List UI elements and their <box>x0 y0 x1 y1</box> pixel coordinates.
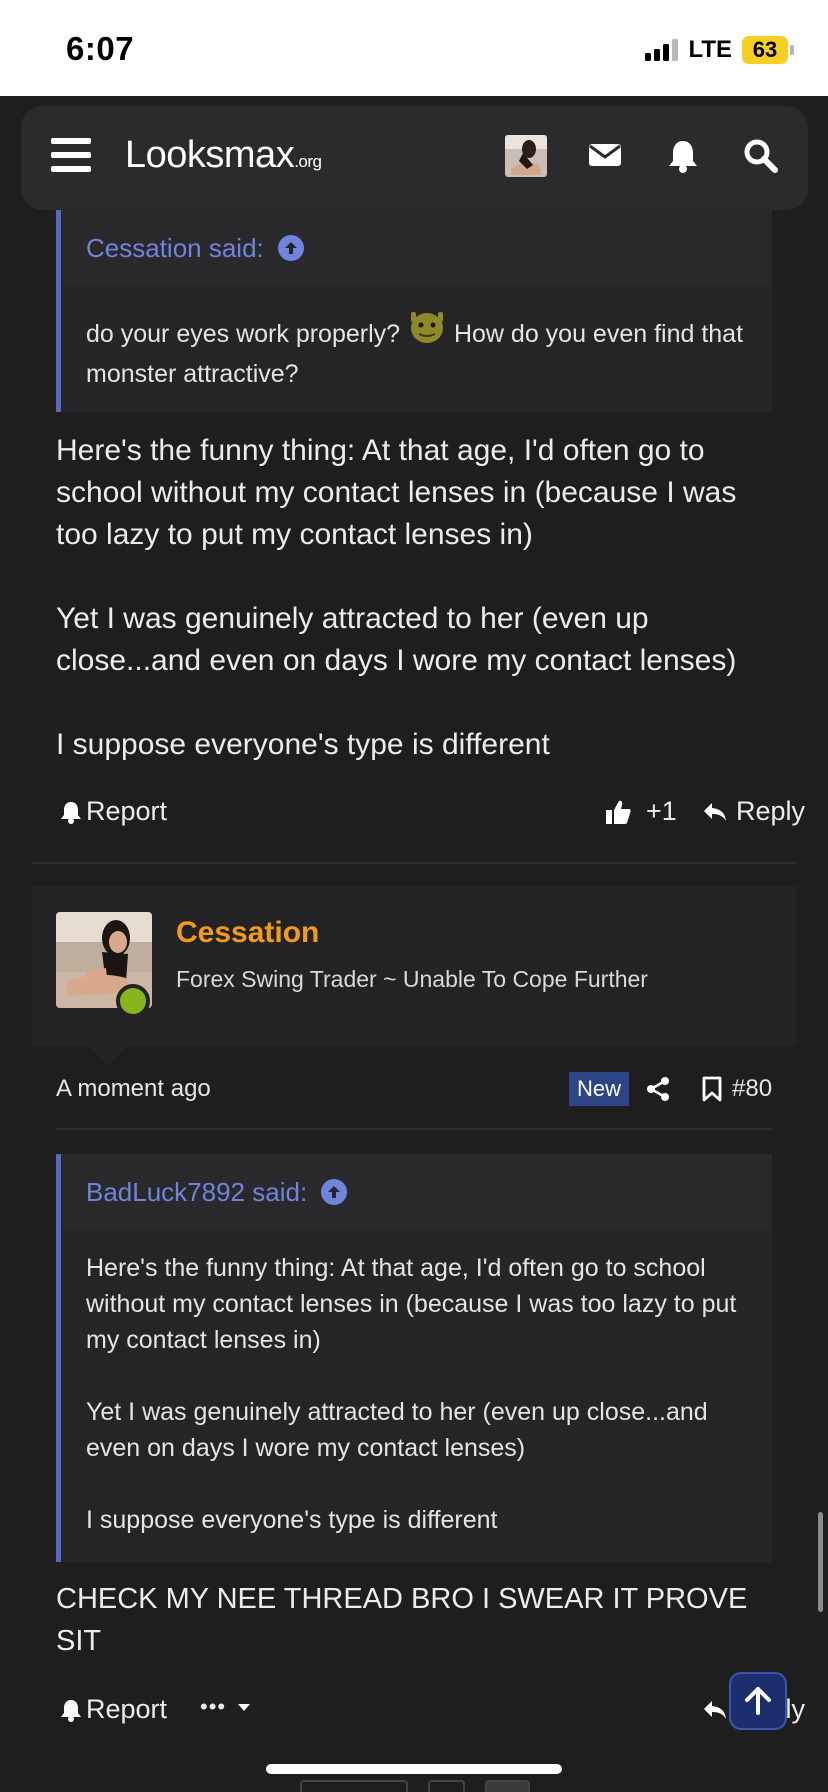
mail-icon[interactable] <box>588 140 622 175</box>
post-actions: Report ••• Reply <box>56 1694 805 1734</box>
chevron-down-icon <box>238 1704 251 1711</box>
reply-icon <box>704 802 726 821</box>
jump-to-quote-icon[interactable] <box>321 1179 348 1205</box>
jump-to-quote-icon[interactable] <box>277 235 304 261</box>
status-bar: 6:07 LTE 63 <box>0 0 828 96</box>
site-header: Looksmax.org <box>21 106 808 210</box>
quote-body: Here's the funny thing: At that age, I'd… <box>61 1230 772 1562</box>
logo-main: Looksmax <box>125 134 295 176</box>
shrek-emoji-icon <box>407 306 447 356</box>
reply-button[interactable]: Reply <box>702 796 805 827</box>
quote-author[interactable]: Cessation said: <box>86 233 264 264</box>
user-block: Cessation Forex Swing Trader ~ Unable To… <box>32 886 796 1066</box>
reply-icon <box>704 1700 726 1719</box>
scrollbar[interactable] <box>818 1512 823 1612</box>
scroll-to-top-button[interactable] <box>729 1672 787 1730</box>
thumbs-up-icon <box>606 800 631 824</box>
account-avatar[interactable] <box>505 135 547 177</box>
quote-header[interactable]: BadLuck7892 said: <box>61 1154 772 1230</box>
more-label: ••• <box>200 1694 227 1719</box>
post-number[interactable]: #80 <box>732 1072 772 1106</box>
menu-icon[interactable] <box>51 138 91 176</box>
cellular-signal-icon <box>645 39 679 61</box>
report-button[interactable]: Report <box>60 1694 167 1725</box>
bell-icon <box>61 1699 81 1722</box>
new-badge: New <box>569 1072 630 1106</box>
quote-paragraph: Yet I was genuinely attracted to her (ev… <box>86 1398 708 1462</box>
quote-body: do your eyes work properly? How do you e… <box>61 286 772 416</box>
username[interactable]: Cessation <box>176 916 319 950</box>
quote-paragraph: I suppose everyone's type is different <box>86 1506 498 1534</box>
bookmark-icon[interactable] <box>702 1072 722 1106</box>
search-icon[interactable] <box>743 138 779 179</box>
user-title: Forex Swing Trader ~ Unable To Cope Furt… <box>176 966 648 992</box>
post-paragraph: CHECK MY NEE THREAD BRO I SWEAR IT PROVE… <box>56 1583 748 1657</box>
user-block-pointer <box>88 1046 128 1066</box>
quote-header[interactable]: Cessation said: <box>61 210 772 286</box>
arrow-up-icon <box>745 1687 771 1715</box>
like-button[interactable]: +1 <box>604 796 677 827</box>
reply-label: Reply <box>736 796 806 826</box>
status-time: 6:07 <box>66 30 135 67</box>
post-paragraph: I suppose everyone's type is different <box>56 728 550 761</box>
report-button[interactable]: Report <box>60 796 167 827</box>
post-actions: Report +1 Reply <box>56 796 805 836</box>
site-logo[interactable]: Looksmax.org <box>125 134 322 177</box>
reaction-count: +1 <box>646 796 677 826</box>
bell-icon <box>61 801 81 824</box>
meta-divider <box>56 1128 772 1130</box>
share-icon[interactable] <box>646 1072 670 1106</box>
online-status-indicator <box>116 984 150 1018</box>
post-timestamp[interactable]: A moment ago <box>56 1072 211 1106</box>
report-label: Report <box>86 1694 168 1724</box>
post-paragraph: Here's the funny thing: At that age, I'd… <box>56 434 737 551</box>
bell-icon[interactable] <box>667 138 699 179</box>
report-label: Report <box>86 796 168 826</box>
home-indicator[interactable] <box>266 1764 562 1774</box>
quote-text-start: do your eyes work properly? <box>86 320 401 348</box>
network-type: LTE <box>688 36 732 63</box>
post-paragraph: Yet I was genuinely attracted to her (ev… <box>56 602 737 677</box>
pagination-peek <box>300 1780 530 1792</box>
more-options-button[interactable]: ••• <box>200 1694 252 1720</box>
quote-paragraph: Here's the funny thing: At that age, I'd… <box>86 1254 737 1354</box>
post-body: CHECK MY NEE THREAD BRO I SWEAR IT PROVE… <box>56 1578 772 1662</box>
battery-icon: 63 <box>742 36 794 64</box>
status-indicators: LTE 63 <box>645 34 794 66</box>
battery-level: 63 <box>742 36 788 64</box>
quote-block: Cessation said: do your eyes work proper… <box>56 210 772 412</box>
quote-block: BadLuck7892 said: Here's the funny thing… <box>56 1154 772 1562</box>
post-divider <box>32 862 796 864</box>
post-meta: A moment ago New #80 <box>56 1072 772 1112</box>
quote-author[interactable]: BadLuck7892 said: <box>86 1177 307 1208</box>
post-body: Here's the funny thing: At that age, I'd… <box>56 430 772 766</box>
logo-tld: .org <box>294 152 322 171</box>
